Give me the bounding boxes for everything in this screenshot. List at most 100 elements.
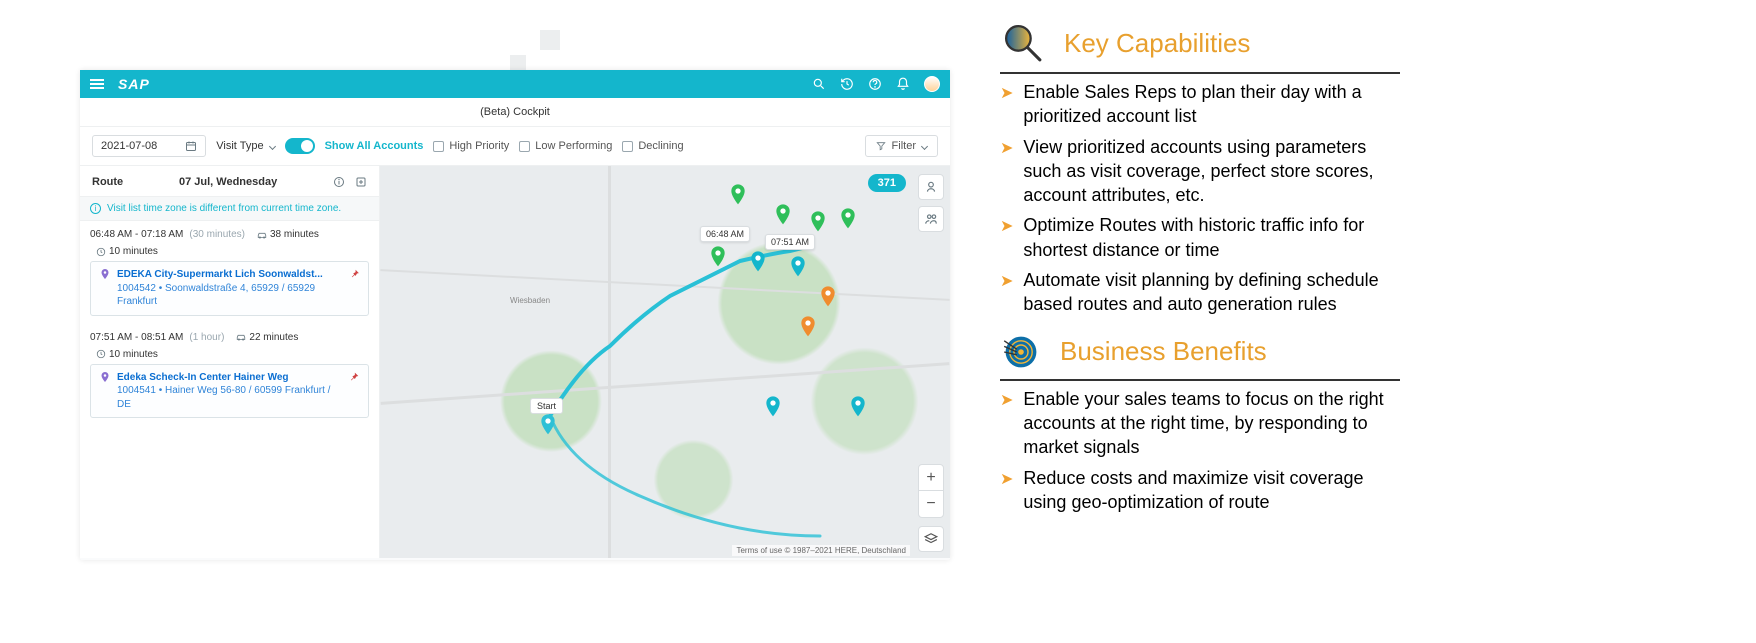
funnel-icon (876, 141, 886, 151)
bullet-arrow-icon: ➤ (1000, 271, 1013, 317)
visit-card[interactable]: Edeka Scheck-In Center Hainer Weg 100454… (90, 364, 369, 419)
map-pin-orange[interactable] (820, 286, 836, 308)
visit-sub: 1004542 • Soonwaldstraße 4, 65929 / 6592… (117, 282, 343, 309)
list-text: Automate visit planning by defining sche… (1023, 268, 1400, 317)
route-polyline (380, 166, 950, 556)
map-attribution: Terms of use © 1987–2021 HERE, Deutschla… (732, 545, 910, 556)
visit-title: Edeka Scheck-In Center Hainer Weg (117, 371, 342, 385)
visit-type-dropdown[interactable]: Visit Type (216, 140, 274, 152)
list-item: ➤Reduce costs and maximize visit coverag… (1000, 466, 1400, 515)
start-pin[interactable] (540, 414, 556, 436)
route-item: 07:51 AM - 08:51 AM (1 hour) 22 minutes … (80, 324, 379, 427)
bullet-arrow-icon: ➤ (1000, 216, 1013, 262)
search-icon[interactable] (812, 77, 826, 91)
chk-label: Low Performing (535, 140, 612, 152)
filter-button[interactable]: Filter (865, 135, 938, 157)
bullet-arrow-icon: ➤ (1000, 138, 1013, 208)
map-pin-teal[interactable] (765, 396, 781, 418)
map-pin-orange[interactable] (800, 316, 816, 338)
list-item: ➤Optimize Routes with historic traffic i… (1000, 213, 1400, 262)
target-icon (1000, 331, 1042, 373)
visit-time: 07:51 AM - 08:51 AM (90, 332, 183, 343)
info-icon[interactable] (333, 176, 345, 188)
zoom-out-button[interactable]: − (919, 491, 943, 517)
extra-time: 10 minutes (109, 246, 158, 257)
app-window: SAP (Beta) Cockpit 2021-07-08 Visit Type (80, 70, 950, 560)
locate-button[interactable] (918, 174, 944, 200)
list-item: ➤View prioritized accounts using paramet… (1000, 135, 1400, 208)
toolbar: 2021-07-08 Visit Type Show All Accounts … (80, 126, 950, 166)
extra-time: 10 minutes (109, 349, 158, 360)
decorative-square (510, 55, 526, 71)
visit-type-label: Visit Type (216, 140, 263, 152)
pushpin-icon[interactable] (349, 268, 360, 280)
visit-time: 06:48 AM - 07:18 AM (90, 229, 183, 240)
chk-low-performing[interactable]: Low Performing (519, 140, 612, 152)
route-date: 07 Jul, Wednesday (179, 176, 277, 188)
bell-icon[interactable] (896, 77, 910, 91)
pin-icon (99, 371, 111, 383)
visit-duration: (30 minutes) (189, 229, 245, 240)
sap-logo: SAP (118, 76, 150, 92)
list-text: Reduce costs and maximize visit coverage… (1023, 466, 1400, 515)
map-pin-green[interactable] (710, 246, 726, 268)
map-pin-green[interactable] (775, 204, 791, 226)
bullet-arrow-icon: ➤ (1000, 390, 1013, 460)
map-pin-green[interactable] (730, 184, 746, 206)
user-button[interactable] (918, 206, 944, 232)
zoom-in-button[interactable]: + (919, 465, 943, 491)
avatar[interactable] (924, 76, 940, 92)
benefits-heading: Business Benefits (1000, 331, 1400, 381)
zoom-controls: + − (918, 464, 944, 518)
show-all-label: Show All Accounts (325, 140, 424, 152)
show-all-toggle[interactable] (285, 138, 315, 154)
app-header: SAP (80, 70, 950, 98)
date-value: 2021-07-08 (101, 140, 157, 152)
car-icon (257, 230, 267, 240)
map-pin-green[interactable] (810, 211, 826, 233)
chk-label: Declining (638, 140, 683, 152)
add-icon[interactable] (355, 176, 367, 188)
start-label: Start (530, 398, 563, 414)
chk-label: High Priority (449, 140, 509, 152)
clock-icon (96, 349, 106, 359)
car-icon (236, 332, 246, 342)
map-time-label: 07:51 AM (765, 234, 815, 250)
map[interactable]: Wiesbaden Start 06:48 AM 07:51 AM (380, 166, 950, 558)
pushpin-icon[interactable] (348, 371, 360, 383)
chevron-down-icon (269, 142, 276, 149)
menu-icon[interactable] (90, 79, 104, 89)
filter-label: Filter (892, 140, 916, 152)
benefits-list: ➤Enable your sales teams to focus on the… (1000, 387, 1400, 514)
list-text: View prioritized accounts using paramete… (1023, 135, 1400, 208)
route-sidebar: Route 07 Jul, Wednesday i Visit list tim… (80, 166, 380, 558)
map-pin-green[interactable] (840, 208, 856, 230)
list-item: ➤Enable your sales teams to focus on the… (1000, 387, 1400, 460)
chk-declining[interactable]: Declining (622, 140, 683, 152)
capabilities-list: ➤Enable Sales Reps to plan their day wit… (1000, 80, 1400, 317)
page-title: (Beta) Cockpit (80, 98, 950, 126)
capabilities-title: Key Capabilities (1064, 28, 1250, 59)
map-pin-teal[interactable] (850, 396, 866, 418)
chk-high-priority[interactable]: High Priority (433, 140, 509, 152)
info-panel: Key Capabilities ➤Enable Sales Reps to p… (1000, 20, 1400, 528)
pin-count-badge: 371 (868, 174, 906, 192)
layers-button[interactable] (918, 526, 944, 552)
date-input[interactable]: 2021-07-08 (92, 135, 206, 157)
history-icon[interactable] (840, 77, 854, 91)
drive-time: 22 minutes (249, 332, 298, 343)
visit-card[interactable]: EDEKA City-Supermarkt Lich Soonwaldst...… (90, 261, 369, 316)
help-icon[interactable] (868, 77, 882, 91)
list-item: ➤Enable Sales Reps to plan their day wit… (1000, 80, 1400, 129)
info-text: Visit list time zone is different from c… (107, 203, 341, 214)
map-time-label: 06:48 AM (700, 226, 750, 242)
map-pin-teal[interactable] (790, 256, 806, 278)
magnifier-icon (1000, 20, 1046, 66)
map-pin-teal[interactable] (750, 251, 766, 273)
bullet-arrow-icon: ➤ (1000, 469, 1013, 515)
benefits-title: Business Benefits (1060, 336, 1267, 367)
visit-duration: (1 hour) (189, 332, 224, 343)
info-icon: i (90, 203, 101, 214)
list-text: Enable your sales teams to focus on the … (1023, 387, 1400, 460)
route-item: 06:48 AM - 07:18 AM (30 minutes) 38 minu… (80, 221, 379, 324)
